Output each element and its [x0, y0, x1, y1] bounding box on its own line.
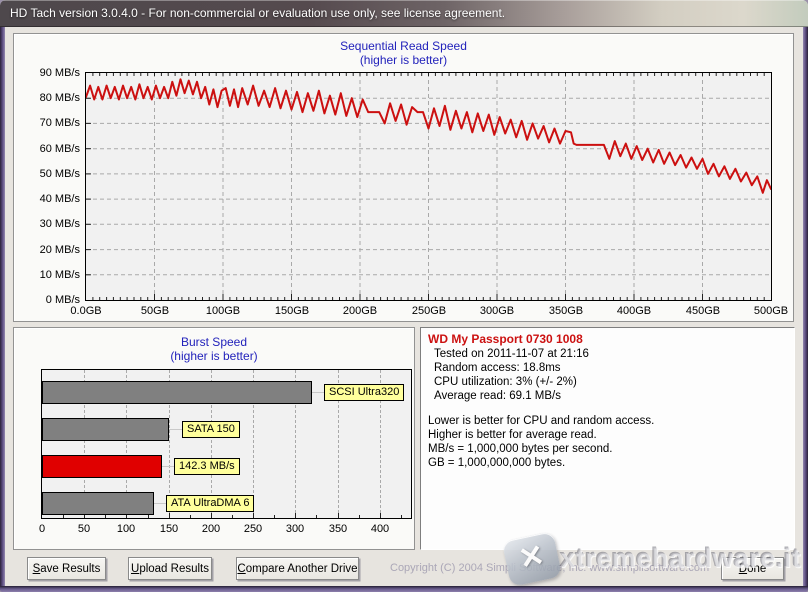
seq-x-tick-label: 300GB	[480, 305, 514, 317]
burst-axis-tick	[253, 513, 254, 518]
seq-y-tick-label: 40 MB/s	[14, 193, 80, 205]
burst-axis-tick	[211, 513, 212, 518]
burst-chart-plot: SCSI Ultra320 SATA 150 142.3 MB/s ATA Ul…	[41, 369, 412, 519]
seq-x-tick-label: 100GB	[206, 305, 240, 317]
burst-speed-panel: Burst Speed (higher is better) SCSI Ultr…	[13, 327, 415, 550]
burst-axis-tick	[295, 513, 296, 518]
sequential-read-panel: Sequential Read Speed (higher is better)…	[13, 33, 794, 322]
seq-x-tick-label: 450GB	[686, 305, 720, 317]
seq-y-tick-label: 60 MB/s	[14, 143, 80, 155]
seq-x-tick-label: 200GB	[343, 305, 377, 317]
upload-results-button[interactable]: Upload Results	[128, 557, 212, 580]
seq-x-tick-label: 350GB	[549, 305, 583, 317]
burst-x-tick-label: 300	[286, 523, 304, 535]
drive-name: WD My Passport 0730 1008	[428, 332, 583, 346]
compare-rest: ompare Another Drive	[246, 563, 358, 575]
seq-y-tick-label: 90 MB/s	[14, 67, 80, 79]
seq-chart-title-text: Sequential Read Speed	[14, 39, 793, 53]
burst-x-tick-label: 100	[117, 523, 135, 535]
seq-chart-plot	[85, 72, 772, 301]
save-rest: ave Results	[40, 563, 100, 575]
compare-another-drive-button[interactable]: Compare Another Drive	[236, 557, 359, 580]
bar-label-sata-150: SATA 150	[182, 421, 240, 438]
seq-chart-subtitle-text: (higher is better)	[14, 53, 793, 67]
seq-y-tick-label: 10 MB/s	[14, 269, 80, 281]
bar-sata-150	[42, 418, 169, 441]
burst-x-tick-label: 150	[160, 523, 178, 535]
seq-chart-line	[86, 73, 771, 300]
bar-ata-ultradma6	[42, 492, 154, 515]
drive-info-panel: WD My Passport 0730 1008 Tested on 2011-…	[420, 327, 795, 550]
seq-chart-title: Sequential Read Speed (higher is better)	[14, 39, 793, 67]
burst-x-tick-label: 0	[39, 523, 45, 535]
bar-label-connector	[312, 392, 324, 393]
average-read-line: Average read: 69.1 MB/s	[434, 390, 561, 402]
seq-x-tick-label: 250GB	[412, 305, 446, 317]
random-access-line: Random access: 18.8ms	[434, 362, 561, 374]
bar-label-ata-ultradma6: ATA UltraDMA 6	[166, 495, 254, 512]
burst-x-tick-label: 50	[78, 523, 90, 535]
burst-axis-tick	[63, 515, 64, 518]
burst-axis-tick	[148, 515, 149, 518]
bar-label-connector	[169, 429, 182, 430]
seq-y-tick-label: 80 MB/s	[14, 92, 80, 104]
burst-chart-title: Burst Speed (higher is better)	[14, 335, 414, 363]
window-border-bottom	[0, 586, 808, 592]
window-border-left	[0, 27, 5, 592]
burst-axis-tick	[401, 515, 402, 518]
note-gb: GB = 1,000,000,000 bytes.	[428, 457, 565, 469]
copyright-text: Copyright (C) 2004 Simpli Software, Inc.…	[390, 562, 709, 574]
bar-label-connector	[154, 503, 166, 504]
burst-axis-tick	[338, 513, 339, 518]
seq-y-tick-label: 30 MB/s	[14, 218, 80, 230]
burst-axis-tick	[316, 515, 317, 518]
seq-x-tick-label: 500GB	[754, 305, 788, 317]
seq-x-tick-label: 0.0GB	[70, 305, 101, 317]
burst-axis-tick	[190, 515, 191, 518]
seq-x-tick-label: 50GB	[141, 305, 169, 317]
burst-axis-tick	[105, 515, 106, 518]
burst-x-tick-label: 350	[329, 523, 347, 535]
bar-tested-drive	[42, 455, 162, 478]
burst-axis-tick	[359, 515, 360, 518]
bar-scsi-ultra320	[42, 381, 312, 404]
seq-x-tick-label: 150GB	[275, 305, 309, 317]
compare-accel: C	[237, 563, 245, 575]
hd-tach-window: HD Tach version 3.0.4.0 - For non-commer…	[0, 0, 808, 592]
burst-x-tick-label: 250	[244, 523, 262, 535]
save-results-button[interactable]: Save Results	[27, 557, 106, 580]
burst-chart-subtitle-text: (higher is better)	[14, 349, 414, 363]
burst-axis-tick	[380, 513, 381, 518]
burst-axis-tick	[169, 513, 170, 518]
seq-y-tick-label: 70 MB/s	[14, 117, 80, 129]
done-rest: one	[747, 563, 766, 575]
burst-axis-tick	[232, 515, 233, 518]
tested-on-line: Tested on 2011-11-07 at 21:16	[434, 348, 589, 360]
note-mbs: MB/s = 1,000,000 bytes per second.	[428, 443, 612, 455]
done-button[interactable]: Done	[721, 557, 784, 580]
bar-label-tested-drive: 142.3 MB/s	[174, 458, 240, 475]
cpu-utilization-line: CPU utilization: 3% (+/- 2%)	[434, 376, 577, 388]
burst-x-tick-label: 200	[202, 523, 220, 535]
upload-rest: pload Results	[139, 563, 209, 575]
seq-x-tick-label: 400GB	[617, 305, 651, 317]
window-border-right	[803, 27, 808, 592]
seq-y-tick-label: 50 MB/s	[14, 168, 80, 180]
done-accel: D	[739, 563, 747, 575]
seq-y-tick-label: 20 MB/s	[14, 244, 80, 256]
burst-chart-title-text: Burst Speed	[14, 335, 414, 349]
bar-label-scsi-ultra320: SCSI Ultra320	[324, 384, 404, 401]
window-title: HD Tach version 3.0.4.0 - For non-commer…	[10, 6, 505, 20]
bar-label-connector	[162, 466, 174, 467]
window-titlebar[interactable]: HD Tach version 3.0.4.0 - For non-commer…	[0, 0, 808, 27]
note-higher: Higher is better for average read.	[428, 429, 597, 441]
note-lower: Lower is better for CPU and random acces…	[428, 415, 654, 427]
burst-x-tick-label: 400	[371, 523, 389, 535]
burst-axis-tick	[274, 515, 275, 518]
